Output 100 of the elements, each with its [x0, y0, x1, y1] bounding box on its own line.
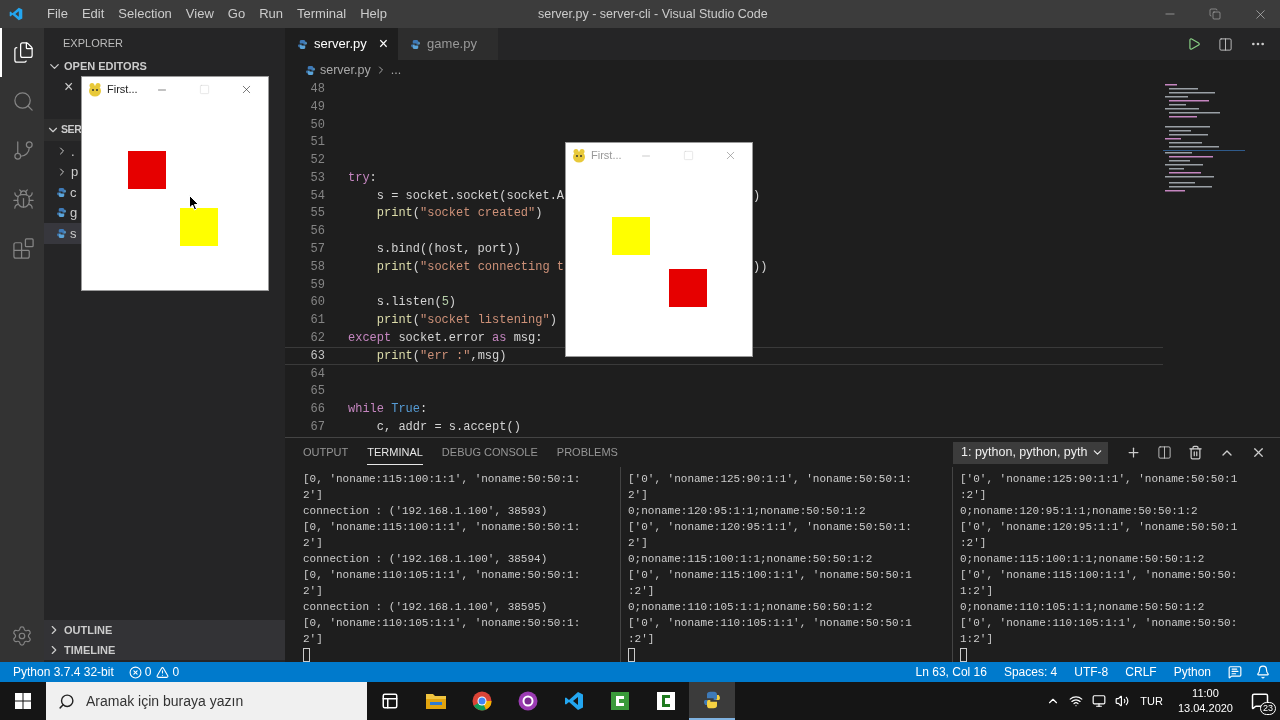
- blocks-icon: [11, 237, 35, 260]
- terminal-line: 2']: [303, 584, 324, 599]
- branch-icon: [11, 139, 35, 162]
- file-icon: [305, 64, 316, 76]
- mascot-icon: [572, 148, 586, 163]
- tree-item[interactable]: g: [44, 202, 81, 223]
- task-view-icon[interactable]: [381, 692, 399, 710]
- terminal-line: ['0', 'noname:115:100:1:1', 'noname:50:50:: [960, 568, 1239, 583]
- app-icon[interactable]: [656, 691, 676, 711]
- panel-tab[interactable]: TERMINAL: [367, 439, 423, 466]
- close-button[interactable]: ×: [64, 78, 74, 95]
- tree-item[interactable]: .: [44, 141, 81, 162]
- code-line: while True:: [348, 401, 428, 419]
- terminal-line: :2']: [960, 536, 988, 551]
- sidebar-title: EXPLORER: [63, 35, 123, 51]
- menu-item[interactable]: Edit: [74, 4, 112, 24]
- bell-icon[interactable]: [1256, 665, 1270, 679]
- line-number: 61: [309, 312, 325, 330]
- terminal-line: ['0', 'noname:110:105:1:1', 'noname:50:50:1: [628, 616, 913, 631]
- terminal-line: ['0', 'noname:110:105:1:1', 'noname:50:50:: [960, 616, 1239, 631]
- section-header[interactable]: OPEN EDITORS: [44, 58, 285, 75]
- error-icon: [128, 665, 142, 679]
- terminal-line: [0, 'noname:110:105:1:1', 'noname:50:50:1:: [303, 568, 582, 583]
- terminal-line: 0;noname:120:95:1:1;noname:50:50:1:2: [628, 504, 867, 519]
- code-text: ): [753, 187, 761, 205]
- line-number: 65: [309, 383, 325, 401]
- tree-item[interactable]: c: [44, 182, 81, 203]
- trash-icon[interactable]: [1188, 445, 1203, 460]
- folder-icon[interactable]: [425, 692, 447, 710]
- section-header[interactable]: TIMELINE: [44, 640, 285, 660]
- menu-item[interactable]: Run: [252, 4, 290, 24]
- file-icon: [56, 186, 67, 198]
- file-icon: [297, 38, 308, 50]
- line-number: 49: [309, 98, 325, 116]
- panel-tab[interactable]: OUTPUT: [303, 439, 349, 466]
- status-item[interactable]: Python: [1173, 663, 1211, 681]
- tree-item[interactable]: p: [44, 161, 81, 182]
- search-field[interactable]: Aramak için buraya yazın: [86, 690, 326, 712]
- status-item[interactable]: Spaces: 4: [1003, 663, 1058, 681]
- error-count[interactable]: 0: [144, 663, 152, 681]
- window-title: First...: [591, 148, 622, 164]
- menu-item[interactable]: Terminal: [290, 4, 354, 24]
- line-number: 60: [309, 294, 325, 312]
- pointer-icon: [189, 195, 199, 211]
- status-item[interactable]: CRLF: [1125, 663, 1157, 681]
- menu-item[interactable]: Go: [220, 4, 253, 24]
- code-line: print("socket connecting t: [375, 258, 565, 276]
- run-icon[interactable]: [1187, 37, 1201, 51]
- terminal-select[interactable]: 1: python, python, pyth: [953, 441, 1108, 464]
- section-header[interactable]: SER: [44, 119, 81, 141]
- editor-tab[interactable]: server.py ×: [285, 28, 399, 60]
- line-number: 58: [309, 258, 325, 276]
- restore-icon[interactable]: [1209, 8, 1221, 20]
- search-bar[interactable]: Aramak için buraya yazın: [46, 682, 367, 720]
- menu-item[interactable]: Help: [353, 4, 394, 24]
- vscode-icon: [9, 7, 23, 21]
- feedback-icon[interactable]: [1228, 665, 1242, 679]
- breadcrumb-item[interactable]: server.py: [320, 60, 371, 80]
- editor-tab[interactable]: game.py: [398, 28, 499, 60]
- browser-icon[interactable]: [472, 691, 492, 711]
- section-header[interactable]: OUTLINE: [44, 620, 285, 640]
- menu-item[interactable]: View: [178, 4, 221, 24]
- panel-tab[interactable]: DEBUG CONSOLE: [441, 439, 538, 466]
- add-icon[interactable]: [1126, 445, 1141, 460]
- line-number: 53: [309, 169, 325, 187]
- code-line: except socket.error as msg:: [348, 330, 543, 348]
- app-icon[interactable]: [610, 691, 630, 711]
- tree-item[interactable]: s: [44, 223, 81, 244]
- line-number: 66: [309, 401, 325, 419]
- status-item[interactable]: UTF-8: [1074, 663, 1109, 681]
- split-icon[interactable]: [1157, 445, 1172, 460]
- clock[interactable]: 11:00 13.04.2020: [1177, 686, 1233, 716]
- file-icon: [410, 38, 422, 50]
- terminal-line: 2']: [628, 488, 649, 503]
- close-button[interactable]: ×: [378, 36, 389, 52]
- breadcrumb-item[interactable]: ...: [390, 60, 402, 80]
- app-icon[interactable]: [518, 691, 538, 711]
- line-number: 57: [309, 241, 325, 259]
- line-number: 62: [309, 330, 325, 348]
- start-icon[interactable]: [15, 693, 31, 709]
- warning-count[interactable]: 0: [172, 663, 180, 681]
- snake-icon[interactable]: [702, 690, 722, 710]
- menu-item[interactable]: File: [40, 4, 75, 24]
- vscode-icon[interactable]: [564, 691, 584, 711]
- files-icon: [11, 41, 35, 64]
- language-indicator[interactable]: TUR: [1140, 692, 1163, 710]
- line-number: 63: [309, 347, 325, 365]
- terminal-cursor: [960, 648, 967, 662]
- split-icon[interactable]: [1218, 36, 1233, 52]
- network-icon[interactable]: [1069, 694, 1084, 708]
- settings-icon[interactable]: [11, 625, 33, 647]
- menu-item[interactable]: Selection: [111, 4, 179, 24]
- volume-icon[interactable]: [1115, 694, 1130, 708]
- panel-tab[interactable]: PROBLEMS: [556, 439, 618, 466]
- close-icon[interactable]: [1251, 445, 1266, 460]
- bug-icon: [11, 188, 35, 211]
- interpreter-label[interactable]: Python 3.7.4 32-bit: [13, 663, 114, 681]
- status-item[interactable]: Ln 63, Col 16: [915, 663, 987, 681]
- monitor-icon[interactable]: [1092, 694, 1107, 708]
- terminal-line: ['0', 'noname:115:100:1:1', 'noname:50:50:1: [628, 568, 913, 583]
